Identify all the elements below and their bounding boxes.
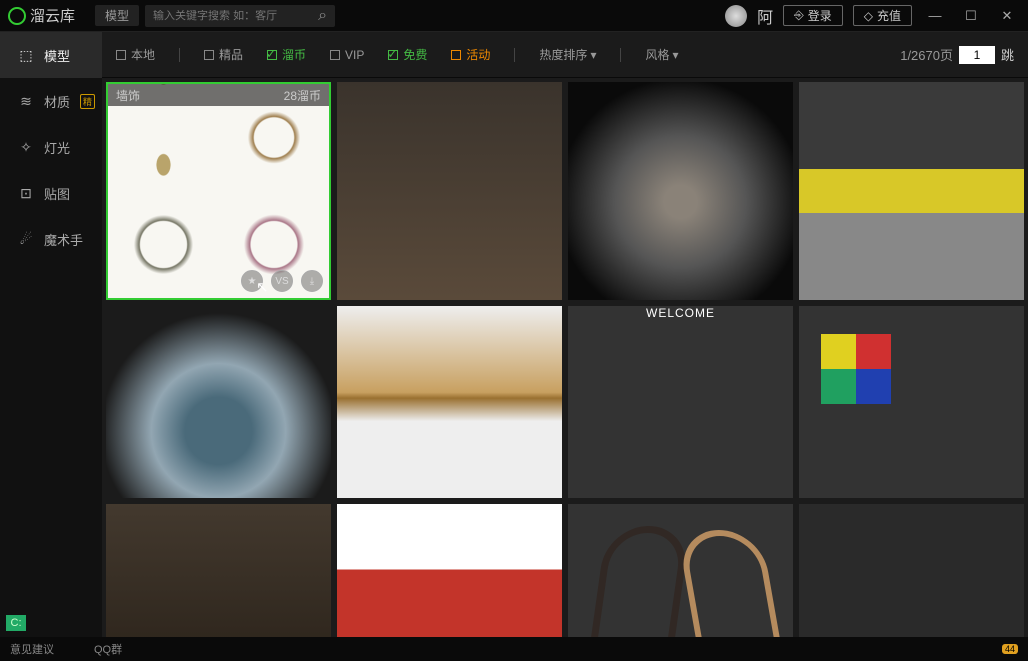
c-drive-indicator[interactable]: C:	[6, 615, 26, 631]
jump-button[interactable]: 跳	[1001, 45, 1014, 64]
layers-icon: ≋	[18, 93, 34, 109]
model-card[interactable]	[106, 306, 331, 498]
notification-badge[interactable]: 44	[1002, 644, 1018, 654]
nav-material[interactable]: ≋ 材质 精	[0, 78, 102, 124]
spark-icon: ✧	[18, 139, 34, 155]
logo-icon	[8, 7, 26, 25]
badge: 精	[80, 94, 95, 109]
image-icon: ⊡	[18, 185, 34, 201]
style-dropdown[interactable]: 风格▾	[645, 46, 678, 63]
page-input[interactable]	[959, 46, 995, 64]
card-actions: ★ VS ⤓	[241, 270, 323, 292]
divider	[620, 48, 621, 62]
model-card[interactable]	[568, 82, 793, 300]
pagination: 1/2670页 跳	[900, 45, 1014, 64]
model-card[interactable]	[106, 504, 331, 637]
sort-dropdown[interactable]: 热度排序▾	[539, 46, 596, 63]
app-name: 溜云库	[30, 5, 75, 26]
card-cost: 28溜币	[284, 87, 321, 104]
nav-label: 模型	[44, 46, 70, 65]
search-box[interactable]: ⌕	[145, 5, 335, 27]
nav-magic[interactable]: ☄ 魔术手	[0, 216, 102, 262]
vs-icon[interactable]: VS	[271, 270, 293, 292]
nav-label: 灯光	[44, 138, 70, 157]
feedback-link[interactable]: 意见建议	[10, 641, 54, 657]
chevron-down-icon: ▾	[672, 48, 678, 62]
page-label: 1/2670页	[900, 45, 953, 64]
filter-free[interactable]: 免费	[388, 46, 427, 63]
favorite-icon[interactable]: ★	[241, 270, 263, 292]
model-card[interactable]	[568, 306, 793, 498]
main-area: 本地 精品 溜币 VIP 免费 活动 热度排序▾ 风格▾ 1/2670页 跳 墙…	[102, 32, 1028, 637]
search-input[interactable]	[153, 10, 318, 22]
close-icon[interactable]: ✕	[994, 5, 1020, 27]
nav-label: 贴图	[44, 184, 70, 203]
app-logo[interactable]: 溜云库	[8, 5, 75, 26]
search-icon[interactable]: ⌕	[318, 7, 327, 25]
username[interactable]: 阿	[757, 4, 773, 28]
filter-bar: 本地 精品 溜币 VIP 免费 活动 热度排序▾ 风格▾ 1/2670页 跳	[102, 32, 1028, 78]
chevron-down-icon: ▾	[590, 48, 596, 62]
model-card[interactable]	[799, 306, 1024, 498]
card-meta: 墙饰 28溜币	[108, 84, 329, 106]
filter-quality[interactable]: 精品	[204, 46, 243, 63]
filter-activity[interactable]: 活动	[451, 46, 490, 63]
model-card[interactable]	[337, 306, 562, 498]
model-card[interactable]	[799, 504, 1024, 637]
nav-model[interactable]: ⬚ 模型	[0, 32, 102, 78]
maximize-icon[interactable]: ☐	[958, 5, 984, 27]
title-bar: 溜云库 模型 ⌕ 阿 ⎆登录 ◇充值 — ☐ ✕	[0, 0, 1028, 32]
login-button[interactable]: ⎆登录	[783, 5, 843, 26]
nav-texture[interactable]: ⊡ 贴图	[0, 170, 102, 216]
mode-selector[interactable]: 模型	[95, 5, 139, 26]
model-card[interactable]: 墙饰 28溜币 ★ VS ⤓	[106, 82, 331, 300]
nav-light[interactable]: ✧ 灯光	[0, 124, 102, 170]
download-icon[interactable]: ⤓	[301, 270, 323, 292]
model-card[interactable]	[337, 504, 562, 637]
deer-icon: ☄	[18, 231, 34, 247]
model-card[interactable]	[568, 504, 793, 637]
status-bar: 意见建议 QQ群 44	[0, 637, 1028, 661]
gallery[interactable]: 墙饰 28溜币 ★ VS ⤓	[102, 78, 1028, 637]
divider	[514, 48, 515, 62]
recharge-button[interactable]: ◇充值	[853, 5, 912, 26]
filter-local[interactable]: 本地	[116, 46, 155, 63]
nav-label: 材质	[44, 92, 70, 111]
sidebar: ⬚ 模型 ≋ 材质 精 ✧ 灯光 ⊡ 贴图 ☄ 魔术手	[0, 32, 102, 637]
filter-vip[interactable]: VIP	[330, 48, 364, 62]
qq-group-link[interactable]: QQ群	[94, 641, 122, 657]
model-card[interactable]	[337, 82, 562, 300]
cube-icon: ⬚	[18, 47, 34, 63]
filter-liubi[interactable]: 溜币	[267, 46, 306, 63]
minimize-icon[interactable]: —	[922, 5, 948, 27]
model-card[interactable]	[799, 82, 1024, 300]
card-title: 墙饰	[116, 87, 140, 104]
nav-label: 魔术手	[44, 230, 83, 249]
avatar[interactable]	[725, 5, 747, 27]
divider	[179, 48, 180, 62]
